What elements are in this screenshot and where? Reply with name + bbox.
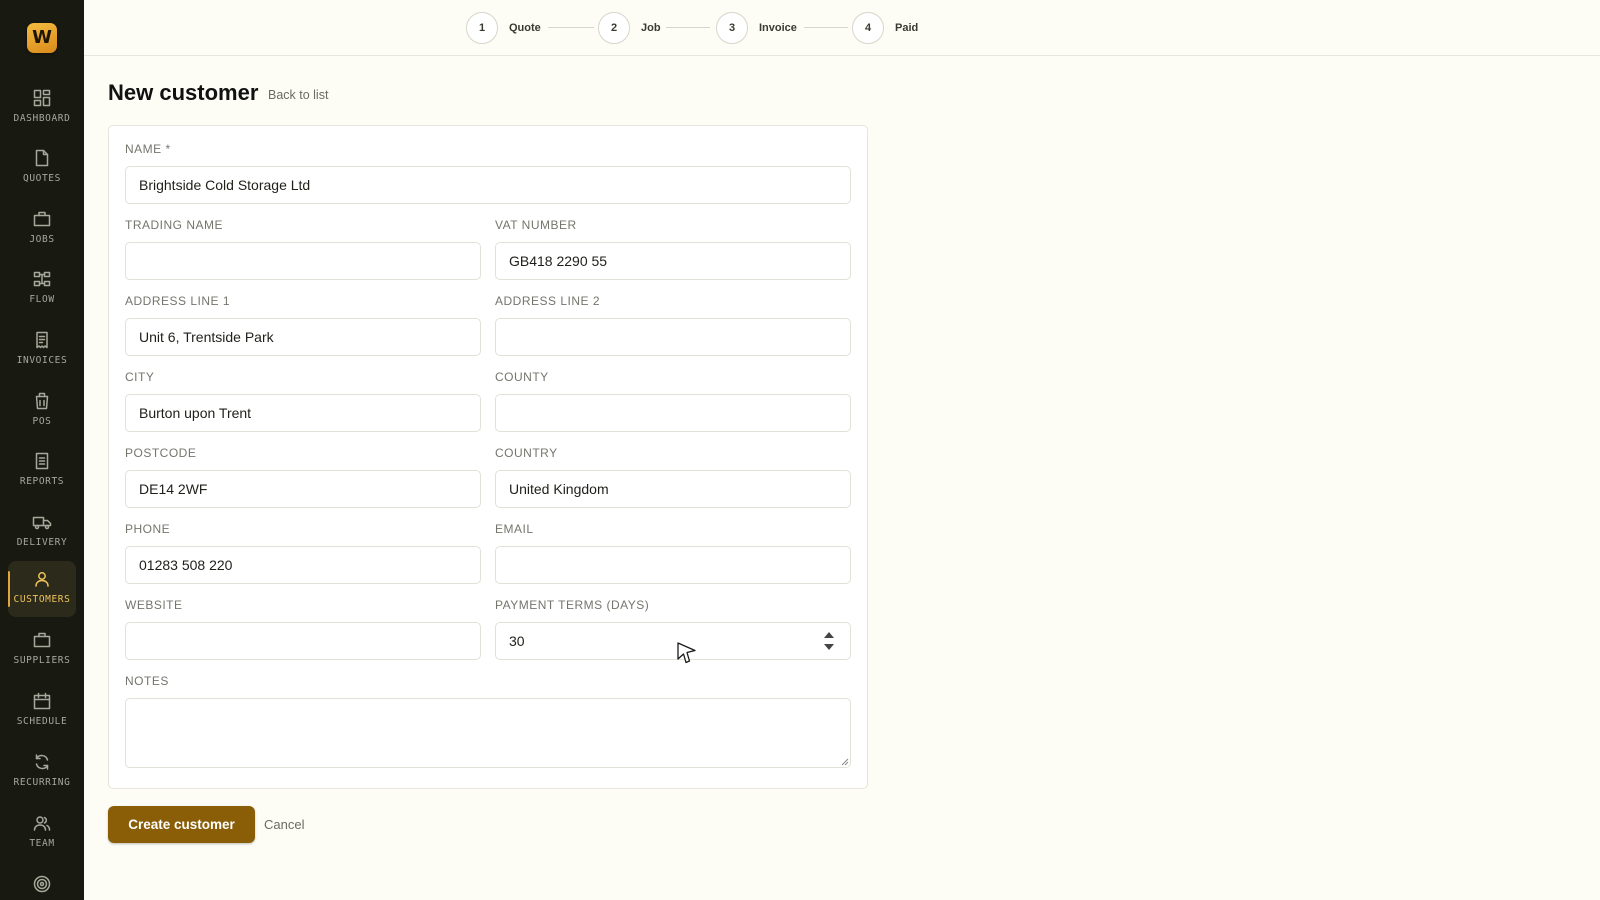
sidebar-item-label: TEAM [29,838,55,849]
sidebar-item-flow[interactable]: FLOW [8,261,76,317]
email-label: EMAIL [495,522,534,536]
mouse-pointer-icon [677,642,696,664]
step-number: 2 [598,12,630,44]
sidebar: W DASHBOARD QUOTES JOBS FLOW INVOICES PO… [0,0,84,900]
document-icon [35,149,49,167]
sidebar-item-target[interactable] [8,866,76,900]
flow-icon [33,271,51,287]
sidebar-item-label: SCHEDULE [16,716,68,727]
sidebar-item-label: RECURRING [13,777,71,788]
sidebar-item-customers[interactable]: CUSTOMERS [8,561,76,617]
sidebar-item-label: POS [32,416,52,427]
payment-terms-label: PAYMENT TERMS (DAYS) [495,598,650,612]
briefcase-icon [33,632,51,648]
county-label: COUNTY [495,370,549,384]
sidebar-item-label: DASHBOARD [13,113,71,124]
sidebar-item-label: CUSTOMERS [13,594,71,605]
notes-label: NOTES [125,674,169,688]
email-input[interactable] [495,546,851,584]
resize-handle-icon[interactable] [841,758,849,766]
step-number: 3 [716,12,748,44]
page-title: New customer [108,80,259,105]
sidebar-item-suppliers[interactable]: SUPPLIERS [8,622,76,678]
sidebar-item-jobs[interactable]: JOBS [8,201,76,257]
sidebar-item-schedule[interactable]: SCHEDULE [8,683,76,739]
postcode-input[interactable] [125,470,481,508]
sidebar-item-reports[interactable]: REPORTS [8,443,76,499]
top-bar: 1 Quote 2 Job 3 Invoice 4 Paid [84,0,1600,56]
country-label: COUNTRY [495,446,558,460]
address-line-2-input[interactable] [495,318,851,356]
country-input[interactable] [495,470,851,508]
sidebar-item-quotes[interactable]: QUOTES [8,140,76,196]
stepper-connector [804,27,848,28]
address-line-2-label: ADDRESS LINE 2 [495,294,601,308]
app-logo[interactable]: W [27,23,57,53]
name-input[interactable] [125,166,851,204]
pos-icon [35,392,49,410]
step-number: 4 [852,12,884,44]
stepper-connector [548,27,594,28]
back-to-list-link[interactable]: Back to list [268,88,328,102]
step-invoice[interactable]: 3 Invoice [716,12,797,44]
trading-name-label: TRADING NAME [125,218,224,232]
notes-textarea[interactable] [125,698,851,768]
target-icon [33,875,51,893]
city-label: CITY [125,370,155,384]
sidebar-item-invoices[interactable]: INVOICES [8,322,76,378]
step-job[interactable]: 2 Job [598,12,661,44]
step-label: Quote [509,22,541,34]
briefcase-icon [33,211,51,227]
stepper-up-icon[interactable] [824,632,834,638]
team-icon [33,816,51,831]
sidebar-item-label: INVOICES [16,355,68,366]
calendar-icon [33,692,51,710]
sidebar-item-dashboard[interactable]: DASHBOARD [8,80,76,136]
sidebar-item-delivery[interactable]: DELIVERY [8,504,76,560]
number-stepper[interactable] [824,632,834,650]
website-label: WEBSITE [125,598,183,612]
truck-icon [32,516,52,530]
step-quote[interactable]: 1 Quote [466,12,541,44]
cancel-link[interactable]: Cancel [264,817,304,832]
address-line-1-input[interactable] [125,318,481,356]
sidebar-item-label: REPORTS [19,476,65,487]
user-icon [35,572,49,587]
step-number: 1 [466,12,498,44]
phone-label: PHONE [125,522,171,536]
sidebar-item-recurring[interactable]: RECURRING [8,744,76,800]
report-icon [35,452,49,470]
postcode-label: POSTCODE [125,446,197,460]
dashboard-icon [33,89,51,107]
step-paid[interactable]: 4 Paid [852,12,918,44]
vat-number-input[interactable] [495,242,851,280]
city-input[interactable] [125,394,481,432]
sidebar-item-label: SUPPLIERS [13,655,71,666]
trading-name-input[interactable] [125,242,481,280]
stepper-down-icon[interactable] [824,644,834,650]
sidebar-item-label: FLOW [29,294,55,305]
step-label: Job [641,22,661,34]
sidebar-item-pos[interactable]: POS [8,383,76,439]
sidebar-item-label: JOBS [29,234,55,245]
sidebar-item-team[interactable]: TEAM [8,805,76,861]
logo-letter: W [32,27,52,48]
refresh-icon [35,754,49,770]
vat-number-label: VAT NUMBER [495,218,577,232]
create-customer-button[interactable]: Create customer [108,806,255,843]
step-label: Paid [895,22,919,34]
step-label: Invoice [759,22,797,34]
website-input[interactable] [125,622,481,660]
address-line-1-label: ADDRESS LINE 1 [125,294,231,308]
name-label: NAME * [125,142,171,156]
payment-terms-input[interactable] [495,622,851,660]
sidebar-item-label: DELIVERY [16,537,68,548]
phone-input[interactable] [125,546,481,584]
invoice-icon [36,331,48,349]
stepper-connector [666,27,710,28]
sidebar-item-label: QUOTES [23,173,61,184]
county-input[interactable] [495,394,851,432]
